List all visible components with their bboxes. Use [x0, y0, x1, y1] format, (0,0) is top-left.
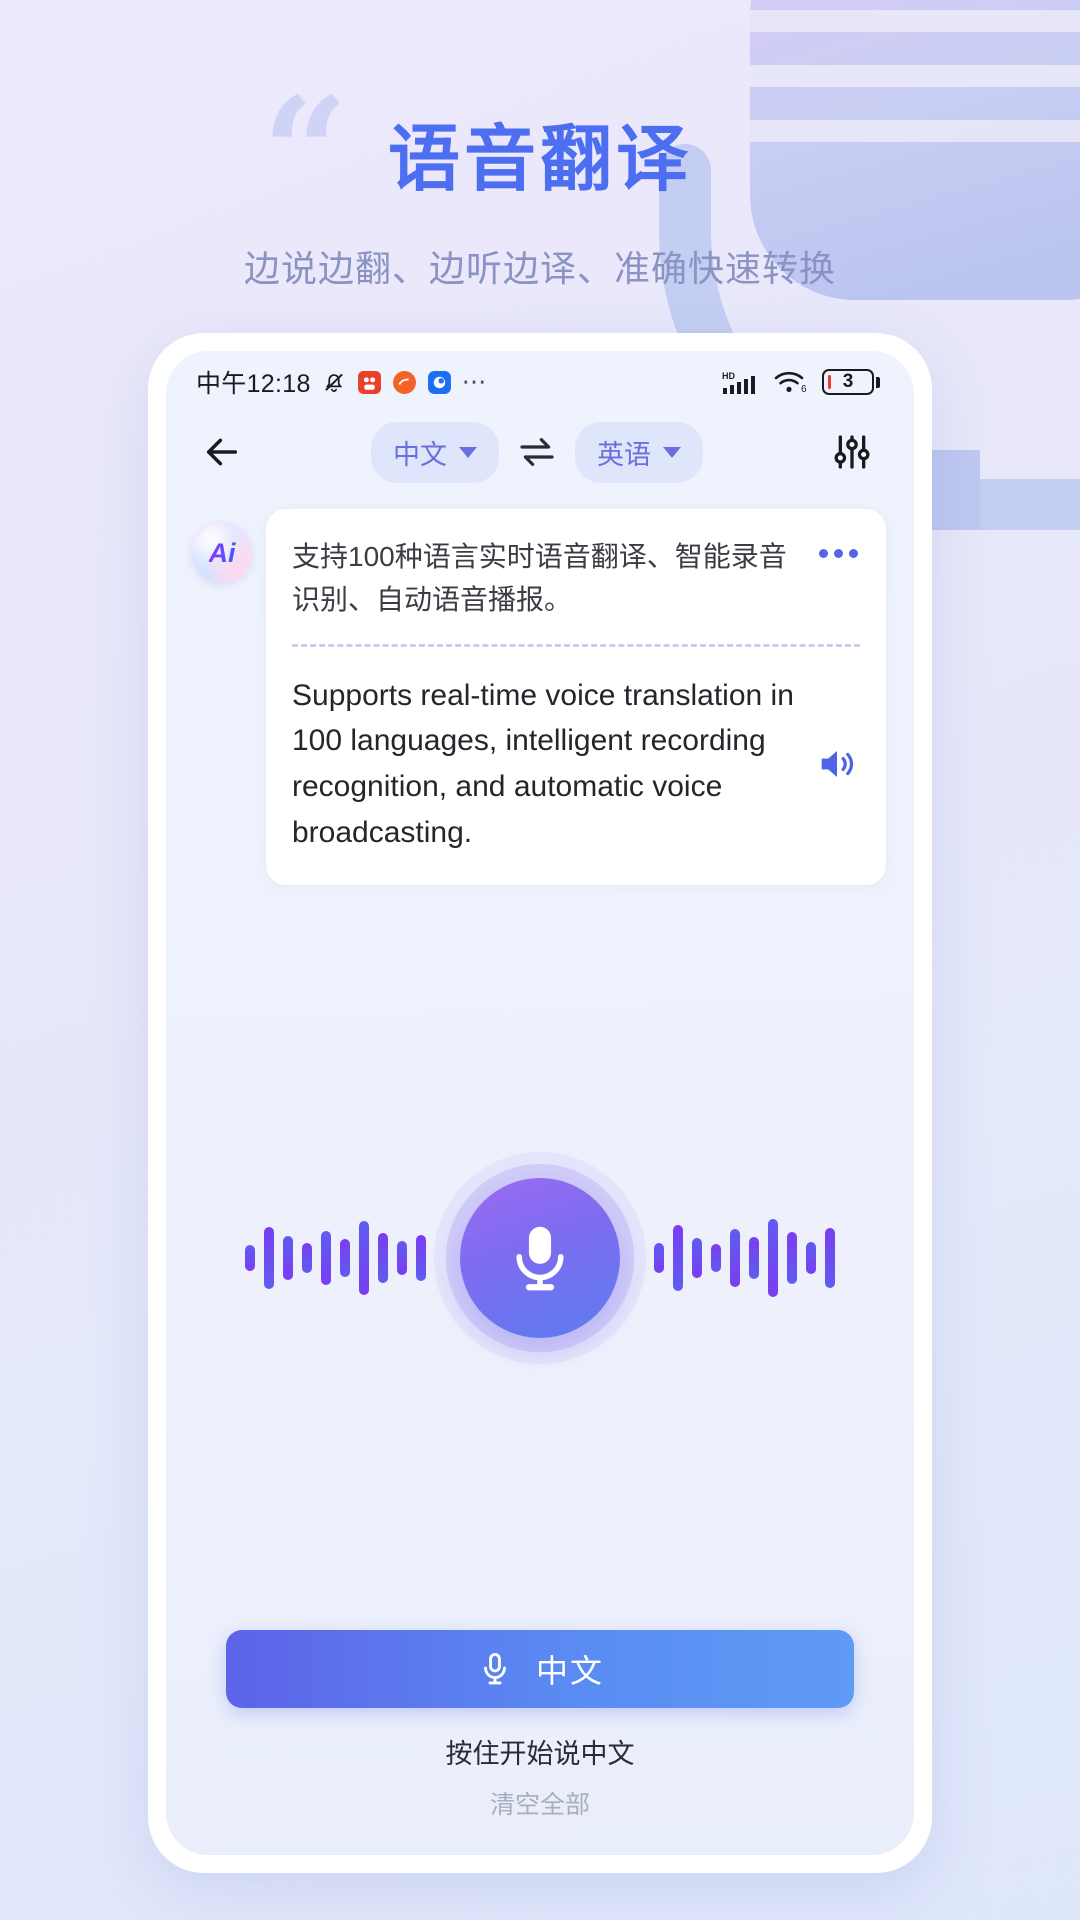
waveform-bar — [283, 1235, 293, 1280]
speaker-button[interactable] — [814, 741, 860, 787]
waveform-bar — [359, 1220, 369, 1295]
message-row: Ai 支持100种语言实时语音翻译、智能录音识别、自动语音播报。 Support… — [166, 491, 914, 886]
waveform-bar — [321, 1230, 331, 1285]
waveform-bar — [806, 1241, 816, 1274]
waveform-bar — [730, 1228, 740, 1287]
avatar: Ai — [192, 523, 252, 583]
card-divider — [292, 643, 860, 647]
more-dot — [849, 549, 858, 558]
page-title: 语音翻译 — [387, 120, 692, 200]
target-text: Supports real-time voice translation in … — [292, 678, 794, 849]
waveform-bar — [825, 1227, 835, 1288]
microphone-icon — [484, 1653, 506, 1685]
bell-muted-icon — [324, 373, 343, 392]
waveform-bar — [749, 1236, 759, 1279]
clear-all-button[interactable]: 清空全部 — [490, 1785, 590, 1821]
record-mic-button[interactable] — [460, 1177, 620, 1338]
waveform-bar — [768, 1218, 778, 1297]
blue-app-icon — [427, 370, 451, 394]
swap-arrows-icon[interactable] — [517, 435, 557, 469]
target-language-selector[interactable]: 英语 — [575, 421, 703, 483]
waveform-bar — [340, 1238, 350, 1277]
waveform-bar — [245, 1244, 255, 1271]
waveform-bar — [711, 1243, 721, 1272]
phone-screen: 中午12:18 ⋯ HD 6 3 中文 英语 Ai 支持100种语言实时语音翻译… — [166, 351, 914, 1855]
push-to-talk-button[interactable]: 中文 — [226, 1630, 854, 1708]
avatar-label: Ai — [208, 537, 236, 568]
battery-indicator: 3 — [822, 369, 880, 395]
more-dot — [819, 549, 828, 558]
waveform-bar — [302, 1242, 312, 1273]
status-bar-right: HD 6 3 — [722, 368, 880, 396]
svg-text:HD: HD — [722, 371, 735, 381]
more-options-button[interactable] — [819, 535, 860, 558]
wifi-6-icon: 6 — [774, 371, 807, 395]
source-language-label: 中文 — [393, 439, 447, 470]
hero-section: “ 语音翻译 边说边翻、边听边译、准确快速转换 — [0, 0, 1080, 330]
waveform-bar — [673, 1224, 683, 1291]
orange-app-icon — [392, 370, 416, 394]
status-time: 中午12:18 — [196, 370, 311, 398]
waveform-bar — [692, 1237, 702, 1278]
source-language-selector[interactable]: 中文 — [371, 421, 499, 483]
source-text-block: 支持100种语言实时语音翻译、智能录音识别、自动语音播报。 — [292, 535, 860, 622]
chevron-down-icon — [459, 446, 477, 458]
more-dot — [834, 549, 843, 558]
bottom-area: 中文 按住开始说中文 清空全部 — [166, 1630, 914, 1855]
source-text: 支持100种语言实时语音翻译、智能录音识别、自动语音播报。 — [292, 541, 787, 616]
translation-card: 支持100种语言实时语音翻译、智能录音识别、自动语音播报。 Supports r… — [266, 509, 886, 886]
speaker-icon — [821, 750, 854, 778]
waveform-bar — [264, 1226, 274, 1289]
sliders-icon — [834, 435, 870, 469]
nav-bar: 中文 英语 — [166, 413, 914, 491]
kuaishou-app-icon — [357, 370, 381, 394]
chevron-down-icon — [663, 446, 681, 458]
push-to-talk-hint: 按住开始说中文 — [445, 1739, 635, 1769]
page-subtitle: 边说边翻、边听边译、准确快速转换 — [243, 248, 836, 289]
waveform-left — [245, 1198, 426, 1318]
settings-button[interactable] — [824, 424, 880, 480]
back-button[interactable] — [194, 424, 250, 480]
waveform-right — [654, 1198, 835, 1318]
hd-signal-icon: HD — [722, 371, 755, 394]
status-bar-left: 中午12:18 ⋯ — [196, 364, 489, 400]
waveform-bar — [378, 1232, 388, 1283]
battery-level-text: 3 — [842, 371, 854, 392]
microphone-icon — [516, 1226, 564, 1290]
waveform-bar — [787, 1231, 797, 1284]
status-bar: 中午12:18 ⋯ HD 6 3 — [166, 351, 914, 413]
target-language-label: 英语 — [597, 439, 651, 470]
waveform-bar — [397, 1240, 407, 1275]
target-text-block: Supports real-time voice translation in … — [292, 673, 860, 855]
language-switcher: 中文 英语 — [250, 421, 824, 483]
waveform-bar — [654, 1242, 664, 1273]
status-overflow-icon: ⋯ — [461, 368, 489, 396]
waveform-bar — [416, 1234, 426, 1281]
push-to-talk-label: 中文 — [535, 1653, 604, 1689]
recorder-area — [166, 885, 914, 1630]
svg-text:6: 6 — [801, 384, 807, 395]
back-arrow-icon — [206, 438, 238, 466]
phone-frame: 中午12:18 ⋯ HD 6 3 中文 英语 Ai 支持100种语言实时语音翻译… — [148, 333, 932, 1873]
